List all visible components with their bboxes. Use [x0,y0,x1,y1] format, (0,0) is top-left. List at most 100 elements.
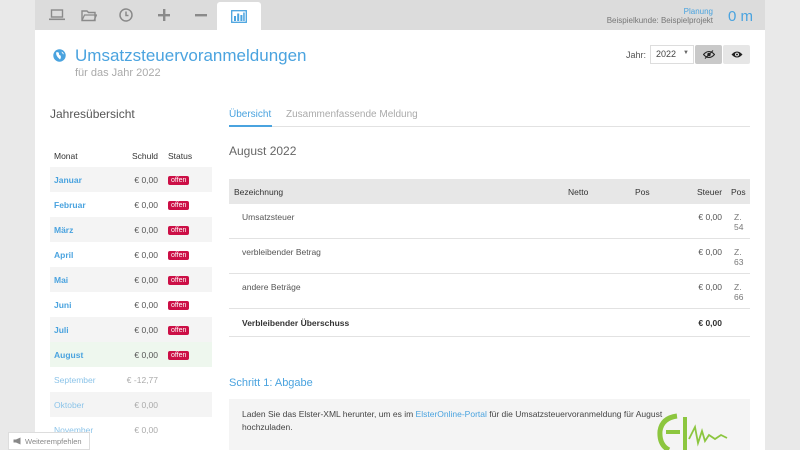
project-label: Beispielkunde: Beispielprojekt [606,16,713,25]
table-row[interactable]: März € 0,00 offen [50,217,212,242]
schuld-value: € -12,77 [126,374,158,385]
folder-icon [81,9,97,21]
month-link[interactable]: Juli [50,325,120,335]
position-ref: Z. 54 [734,212,744,232]
table-row-current[interactable]: August € 0,00 offen [50,342,212,367]
tax-value: € 0,00 [698,212,722,222]
tax-value: € 0,00 [698,282,722,292]
column-header: Steuer [697,187,723,197]
schuld-value: € 0,00 [134,349,158,360]
toolbar: Planung Beispielkunde: Beispielprojekt 0… [35,0,765,30]
status-badge: offen [168,201,190,210]
status-badge: offen [168,276,190,285]
schuld-value: € 0,00 [134,324,158,335]
chart-button[interactable] [217,2,261,30]
tab-summary-report[interactable]: Zusammenfassende Meldung [286,109,418,120]
column-header: Pos [731,187,746,197]
schuld-value: € 0,00 [134,424,158,435]
status-badge: offen [168,351,190,360]
schuld-value: € 0,00 [134,224,158,235]
table-row[interactable]: Juli € 0,00 offen [50,317,212,342]
year-overview-table: Monat Schuld Status Januar € 0,00 offen … [50,145,212,442]
table-row[interactable]: Februar € 0,00 offen [50,192,212,217]
column-header: Schuld [132,151,158,161]
table-row[interactable]: Mai € 0,00 offen [50,267,212,292]
year-select[interactable]: 2022 ▼ [650,45,694,64]
schuld-value: € 0,00 [134,274,158,285]
bar-chart-icon [231,9,247,23]
schuld-value: € 0,00 [134,199,158,210]
eye-slash-icon [702,50,715,59]
column-header: Status [168,151,193,161]
table-header: Monat Schuld Status [50,145,212,167]
table-row[interactable]: April € 0,00 offen [50,242,212,267]
column-header: Bezeichnung [234,187,284,197]
elster-portal-link[interactable]: ElsterOnline-Portal [416,409,487,419]
column-header: Netto [568,187,589,197]
table-row[interactable]: Oktober € 0,00 [50,392,212,417]
schuld-value: € 0,00 [134,174,158,185]
month-link[interactable]: September [50,375,120,385]
status-badge: offen [168,226,190,235]
project-info[interactable]: Planung Beispielkunde: Beispielprojekt [607,7,713,25]
total-label: Verbleibender Überschuss [242,318,350,328]
year-overview-title: Jahresübersicht [50,107,135,121]
active-tab-indicator [229,125,272,127]
row-label: andere Beträge [242,282,301,292]
page-subtitle: für das Jahr 2022 [75,67,161,79]
elster-logo [657,413,728,450]
total-value: € 0,00 [698,318,722,328]
planung-label: Planung [683,7,713,16]
laptop-icon [49,9,65,21]
month-link[interactable]: Juni [50,300,120,310]
month-heading: August 2022 [229,144,297,158]
row-label: verbleibender Betrag [242,247,321,257]
main-panel: Umsatzsteuervoranmeldungen für das Jahr … [35,30,765,450]
tax-value: € 0,00 [698,247,722,257]
status-badge: offen [168,301,190,310]
table-row[interactable]: September € -12,77 [50,367,212,392]
schuld-value: € 0,00 [134,299,158,310]
month-link[interactable]: Mai [50,275,120,285]
time-counter: 0 m [727,8,753,25]
month-link[interactable]: Februar [50,200,120,210]
tax-detail-table: Bezeichnung Netto Pos Steuer Pos Umsatzs… [229,179,750,337]
table-row: verbleibender Betrag € 0,00 Z. 63 [229,239,750,274]
position-ref: Z. 66 [734,282,744,302]
recommend-label: Weiterempfehlen [25,436,82,446]
status-badge: offen [168,326,190,335]
schuld-value: € 0,00 [134,249,158,260]
column-header: Pos [635,187,650,197]
schuld-value: € 0,00 [134,399,158,410]
tab-overview[interactable]: Übersicht [229,109,271,120]
page-title: Umsatzsteuervoranmeldungen [75,46,307,65]
month-link[interactable]: Oktober [50,400,120,410]
month-link[interactable]: August [50,350,120,360]
table-row-total: Verbleibender Überschuss € 0,00 [229,309,750,337]
step-text: für die Umsatzsteuervoranmeldung für Aug… [486,409,663,419]
show-button[interactable] [723,45,750,64]
year-label: Jahr: [626,50,647,60]
plus-icon [158,9,170,21]
table-header: Bezeichnung Netto Pos Steuer Pos [229,179,750,204]
tab-bar: Übersicht Zusammenfassende Meldung [229,103,750,127]
clock-icon [119,8,133,22]
table-row[interactable]: Juni € 0,00 offen [50,292,212,317]
step-text: hochzuladen. [242,422,293,432]
status-badge: offen [168,251,190,260]
row-label: Umsatzsteuer [242,212,295,222]
month-link[interactable]: Januar [50,175,120,185]
year-value: 2022 [656,49,677,59]
eye-icon [731,51,742,58]
step-text: Laden Sie das Elster-XML herunter, um es… [242,409,416,419]
hide-button[interactable] [695,45,722,64]
position-ref: Z. 63 [734,247,744,267]
month-link[interactable]: April [50,250,120,260]
globe-icon [53,49,66,62]
table-row: Umsatzsteuer € 0,00 Z. 54 [229,204,750,239]
table-row: andere Beträge € 0,00 Z. 66 [229,274,750,309]
table-row[interactable]: Januar € 0,00 offen [50,167,212,192]
status-badge: offen [168,176,190,185]
month-link[interactable]: März [50,225,120,235]
recommend-button[interactable]: Weiterempfehlen [8,432,90,450]
